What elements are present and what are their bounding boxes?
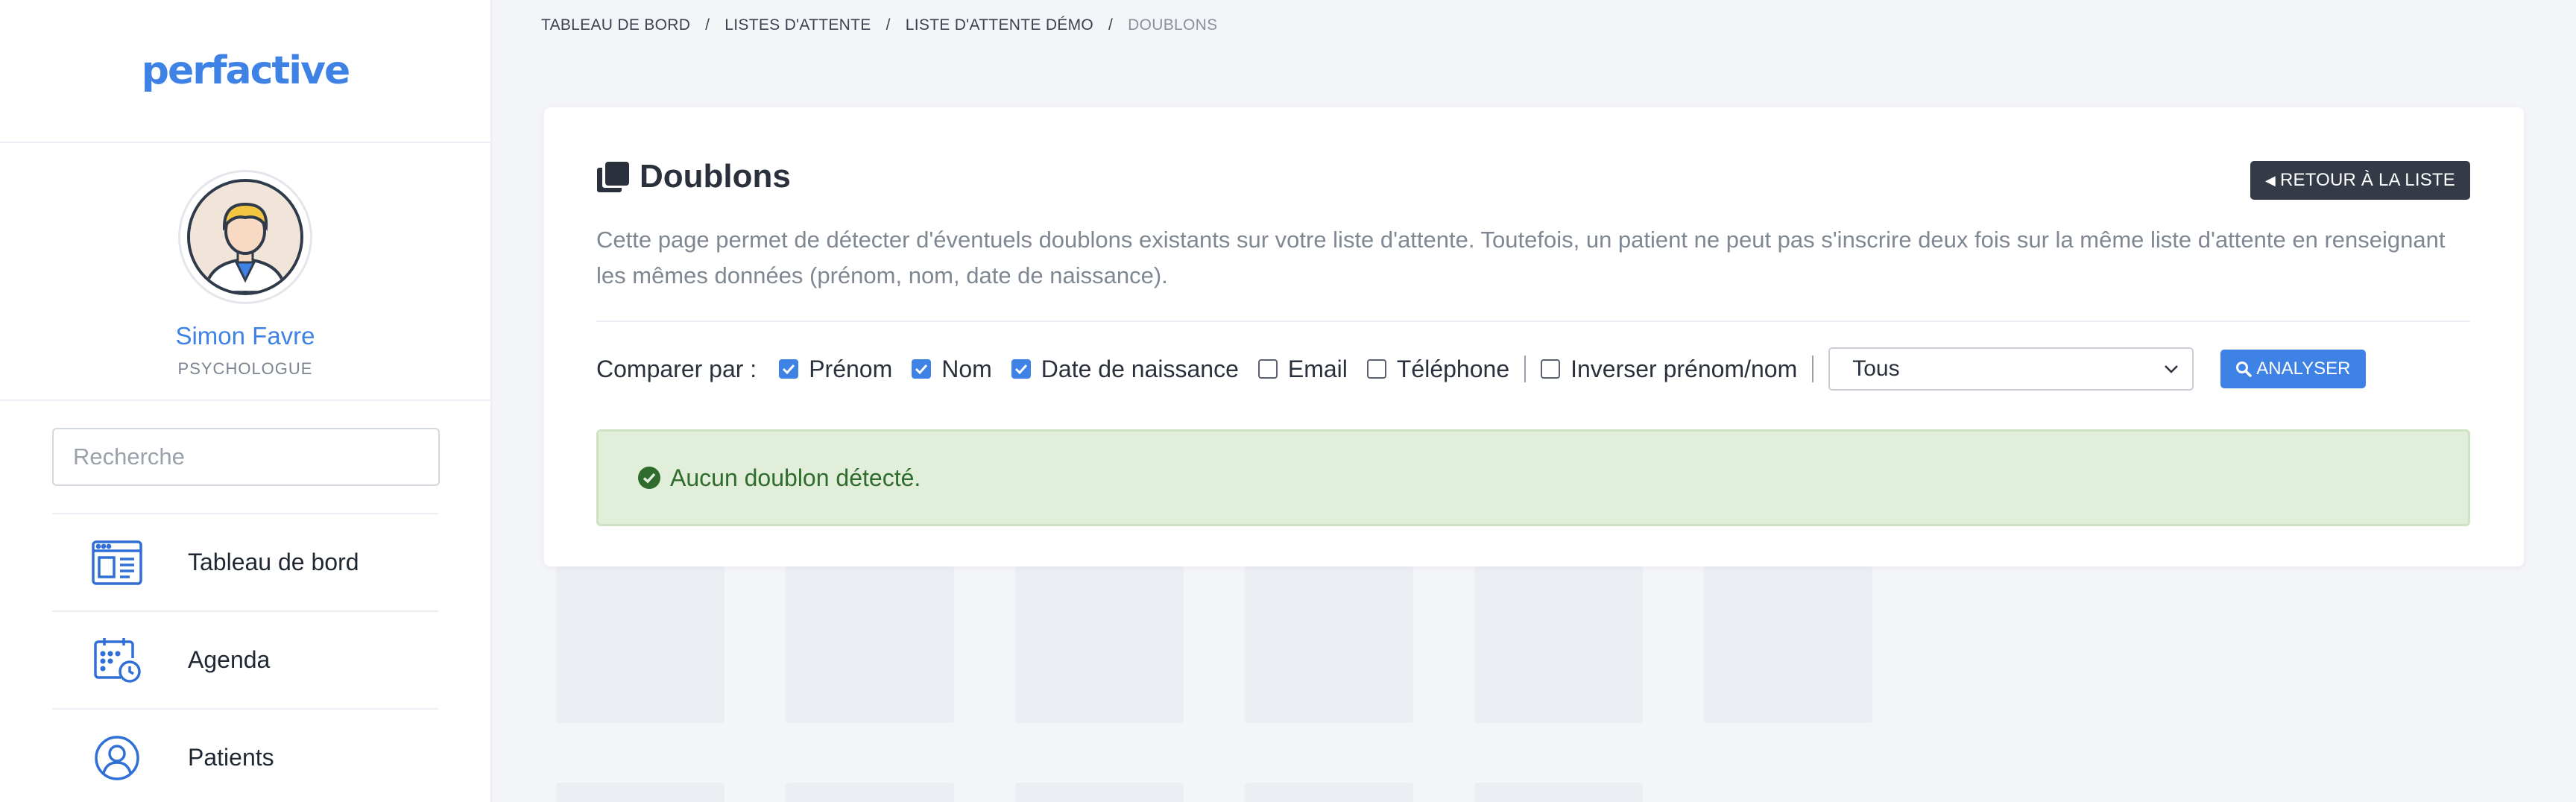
back-to-list-button[interactable]: ◀ RETOUR À LA LISTE — [2250, 161, 2470, 200]
filter-select-value: Tous — [1852, 356, 1900, 381]
avatar[interactable] — [178, 170, 312, 304]
compare-label: Comparer par : — [596, 355, 757, 382]
background-tile — [556, 783, 724, 802]
user-circle-icon — [89, 730, 145, 786]
search-icon — [2236, 361, 2252, 377]
success-alert: Aucun doublon détecté. — [596, 429, 2470, 526]
checkbox-telephone[interactable]: Téléphone — [1366, 355, 1510, 383]
logo-area: perfactive — [0, 0, 490, 143]
background-tile — [556, 566, 724, 723]
breadcrumb-separator: / — [886, 16, 891, 34]
checkbox-inverser-prenom-nom[interactable]: Inverser prénom/nom — [1541, 356, 1797, 383]
analyse-button[interactable]: ANALYSER — [2220, 350, 2366, 388]
breadcrumb-link-dashboard[interactable]: TABLEAU DE BORD — [541, 16, 690, 34]
search-wrapper — [0, 401, 490, 486]
checkbox-date-de-naissance[interactable]: Date de naissance — [1011, 356, 1239, 383]
sidebar: perfactive Simon Favre PSYCHOLOGUE Reche… — [0, 0, 492, 802]
breadcrumb-link-waiting-lists[interactable]: LISTES D'ATTENTE — [724, 16, 871, 34]
sidebar-nav: Tableau de bord Agenda Patients — [52, 513, 438, 802]
profile-name[interactable]: Simon Favre — [175, 322, 315, 350]
checkbox-unchecked-icon[interactable] — [1257, 359, 1278, 379]
checkbox-unchecked-icon[interactable] — [1366, 359, 1386, 379]
avatar-image — [187, 179, 303, 295]
background-tile — [786, 566, 954, 723]
checkbox-checked-icon[interactable] — [1011, 359, 1031, 379]
sidebar-item-dashboard[interactable]: Tableau de bord — [52, 513, 438, 610]
checkbox-label: Téléphone — [1396, 355, 1510, 382]
chevron-left-icon: ◀ — [2264, 172, 2276, 188]
copy-icon — [597, 162, 629, 192]
user-profile: Simon Favre PSYCHOLOGUE — [0, 143, 490, 401]
breadcrumb-current: DOUBLONS — [1128, 16, 1218, 34]
checkbox-email[interactable]: Email — [1257, 355, 1348, 383]
sidebar-item-agenda[interactable]: Agenda — [52, 610, 438, 708]
analyse-button-label: ANALYSER — [2256, 359, 2351, 379]
check-circle-icon — [638, 467, 660, 489]
breadcrumb-separator: / — [1108, 16, 1114, 34]
checkbox-label: Email — [1287, 355, 1348, 382]
checkbox-label: Date de naissance — [1041, 355, 1239, 382]
checkbox-checked-icon[interactable] — [779, 359, 799, 379]
background-tile — [1245, 566, 1413, 723]
page-description: Cette page permet de détecter d'éventuel… — [596, 227, 2446, 288]
checkbox-unchecked-icon[interactable] — [1541, 359, 1561, 379]
checkbox-prenom[interactable]: Prénom — [779, 356, 892, 383]
compare-options: Comparer par : Prénom Nom Date de naissa… — [596, 347, 2366, 391]
divider — [596, 321, 2470, 322]
person-avatar-icon — [190, 182, 300, 292]
background-tile — [1015, 566, 1184, 723]
breadcrumb-link-demo-list[interactable]: LISTE D'ATTENTE DÉMO — [906, 16, 1093, 34]
sidebar-item-label: Patients — [188, 744, 274, 771]
option-separator — [1812, 356, 1814, 382]
checkbox-nom[interactable]: Nom — [912, 356, 992, 383]
breadcrumb-separator: / — [705, 16, 710, 34]
chevron-down-icon — [2165, 365, 2179, 373]
checkbox-label: Inverser prénom/nom — [1570, 355, 1798, 382]
checkbox-label: Prénom — [809, 355, 893, 382]
page-title-text: Doublons — [640, 158, 791, 195]
background-tile — [1474, 566, 1643, 723]
filter-select[interactable]: Tous — [1828, 347, 2194, 391]
checkbox-label: Nom — [941, 355, 992, 382]
background-tile — [1704, 566, 1872, 723]
back-to-list-label: RETOUR À LA LISTE — [2279, 170, 2455, 190]
checkbox-checked-icon[interactable] — [912, 359, 932, 379]
profile-role: PSYCHOLOGUE — [177, 359, 313, 378]
search-input[interactable] — [52, 428, 440, 486]
background-tile — [786, 783, 954, 802]
duplicates-card: Doublons ◀ RETOUR À LA LISTE Cette page … — [544, 107, 2524, 566]
alert-text: Aucun doublon détecté. — [670, 464, 921, 491]
background-tile — [1015, 783, 1184, 802]
brand-logo[interactable]: perfactive — [142, 48, 351, 93]
page-title: Doublons — [596, 158, 791, 195]
calendar-clock-icon — [89, 633, 145, 688]
sidebar-item-patients[interactable]: Patients — [52, 708, 438, 802]
breadcrumb: TABLEAU DE BORD / LISTES D'ATTENTE / LIS… — [541, 16, 1217, 34]
background-tile — [1474, 783, 1643, 802]
sidebar-item-label: Agenda — [188, 646, 271, 673]
sidebar-item-label: Tableau de bord — [188, 549, 359, 575]
dashboard-icon — [89, 535, 145, 590]
background-tile — [1245, 783, 1413, 802]
option-separator — [1524, 356, 1527, 382]
